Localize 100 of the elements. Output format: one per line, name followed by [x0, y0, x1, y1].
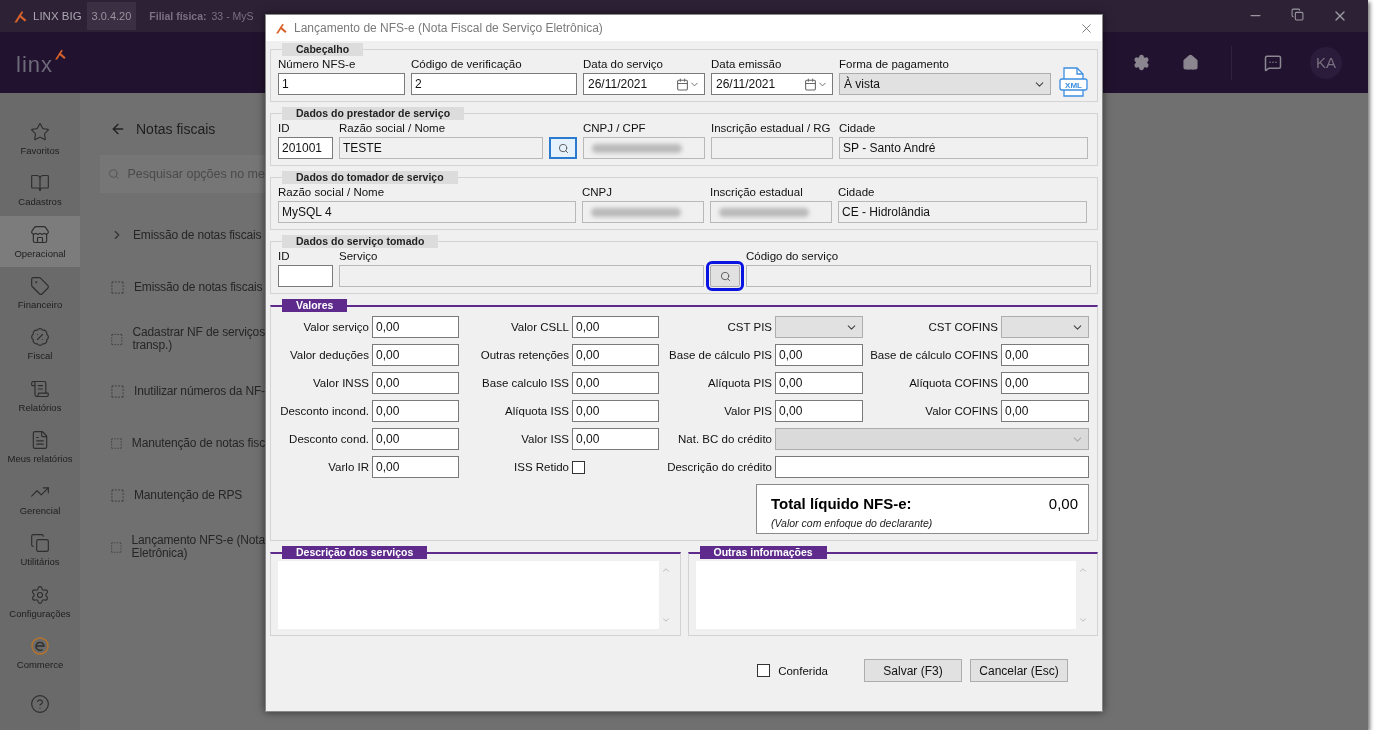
- field-label: Desconto cond.: [288, 433, 369, 445]
- field-label: Data emissão: [711, 57, 783, 72]
- checkbox[interactable]: [572, 460, 585, 474]
- text-field[interactable]: 0,00: [775, 372, 863, 394]
- text-field[interactable]: [775, 456, 1089, 478]
- option-icon: [110, 279, 125, 295]
- date-field[interactable]: 26/11/2021: [583, 73, 705, 95]
- group-title: Outras informações: [699, 546, 827, 559]
- help-icon: [30, 694, 50, 715]
- menu-icon: [30, 327, 50, 348]
- scroll-down-icon[interactable]: [1078, 615, 1088, 625]
- field-label: Valor CSLL: [510, 321, 569, 333]
- text-field[interactable]: [582, 201, 704, 223]
- text-field[interactable]: 0,00: [572, 400, 659, 422]
- date-field[interactable]: 26/11/2021: [711, 73, 833, 95]
- commerce-icon: [30, 635, 50, 656]
- search-button[interactable]: [549, 137, 577, 159]
- dialog-button[interactable]: Salvar (F3): [864, 659, 962, 682]
- option-icon: [110, 435, 123, 451]
- dropdown[interactable]: [1001, 316, 1089, 338]
- text-field[interactable]: [583, 137, 705, 159]
- total-value: 0,00: [1048, 495, 1078, 512]
- logo-mark-icon: [274, 21, 288, 35]
- text-field[interactable]: TESTE: [339, 137, 543, 159]
- menu-icon: [30, 584, 50, 605]
- field-label: Alíquota COFINS: [908, 377, 998, 389]
- total-note: (Valor com enfoque do declarante): [771, 517, 934, 529]
- text-field[interactable]: 0,00: [372, 428, 459, 450]
- settings-icon[interactable]: [1133, 54, 1150, 71]
- menu-icon: [30, 430, 50, 451]
- menu-icon: [30, 533, 50, 554]
- field-label: Razão social / Nome: [278, 185, 386, 200]
- text-field[interactable]: 0,00: [572, 372, 659, 394]
- text-field[interactable]: 0,00: [1001, 344, 1089, 366]
- text-field[interactable]: MySQL 4: [278, 201, 576, 223]
- field-label: Descrição do crédito: [666, 461, 772, 473]
- search-icon: [719, 270, 731, 282]
- field-label: Base de cálculo COFINS: [869, 349, 998, 361]
- field-label: ISS Retido: [513, 461, 569, 473]
- chat-icon[interactable]: [1264, 53, 1282, 72]
- text-field[interactable]: 0,00: [372, 372, 459, 394]
- text-field[interactable]: 0,00: [1001, 400, 1089, 422]
- version-label: 3.0.4.20: [86, 2, 137, 30]
- field-label: Alíquota PIS: [707, 377, 772, 389]
- text-field[interactable]: 0,00: [372, 456, 459, 478]
- dialog-title: Lançamento de NFS-e (Nota Fiscal de Serviço Eletrônica): [294, 21, 603, 35]
- option-icon: [110, 487, 125, 503]
- calendar-icon[interactable]: [676, 77, 689, 91]
- field-label: CST PIS: [726, 321, 772, 333]
- field-label: Código de verificação: [411, 57, 523, 72]
- text-field[interactable]: [710, 201, 832, 223]
- scroll-down-icon[interactable]: [660, 615, 671, 625]
- menu-icon: [30, 224, 50, 245]
- text-field[interactable]: [339, 265, 704, 287]
- scroll-up-icon[interactable]: [1078, 565, 1088, 575]
- field-label: Desconto incond.: [279, 405, 369, 417]
- text-field[interactable]: 0,00: [1001, 372, 1089, 394]
- menu-icon: [30, 378, 50, 399]
- group-title: Dados do tomador de serviço: [282, 171, 458, 184]
- text-field[interactable]: 201001: [278, 137, 333, 159]
- logo-mark-icon: [12, 8, 28, 24]
- text-field[interactable]: SP - Santo André: [839, 137, 1088, 159]
- home-icon[interactable]: [1182, 54, 1199, 71]
- field-label: Cidade: [838, 185, 876, 200]
- scroll-up-icon[interactable]: [660, 565, 671, 575]
- dialog-button[interactable]: Cancelar (Esc): [970, 659, 1068, 682]
- total-label: Total líquido NFS-e:: [771, 495, 913, 512]
- text-field[interactable]: 0,00: [775, 344, 863, 366]
- field-label: Base calculo ISS: [481, 377, 569, 389]
- calendar-icon[interactable]: [804, 77, 817, 91]
- text-field[interactable]: 0,00: [372, 316, 459, 338]
- group-title: Dados do prestador de serviço: [282, 107, 465, 120]
- text-field[interactable]: 0,00: [572, 316, 659, 338]
- dropdown[interactable]: [775, 316, 863, 338]
- field-label: Valor serviço: [302, 321, 369, 333]
- field-label: ID: [278, 121, 291, 136]
- text-field[interactable]: 0,00: [775, 400, 863, 422]
- back-arrow-icon[interactable]: [110, 121, 126, 137]
- field-label: Forma de pagamento: [839, 57, 950, 72]
- dropdown[interactable]: À vista: [839, 73, 1051, 95]
- field-label: Serviço: [339, 249, 379, 264]
- restore-icon[interactable]: [1291, 8, 1304, 21]
- sidebar-item[interactable]: Operacional: [0, 215, 80, 268]
- text-field[interactable]: [711, 137, 833, 159]
- field-label: Inscrição estadual / RG: [711, 121, 832, 136]
- text-field[interactable]: 1: [278, 73, 405, 95]
- text-field[interactable]: 2: [411, 73, 577, 95]
- field-label: Cidade: [839, 121, 877, 136]
- field-label: Alíquota ISS: [504, 405, 569, 417]
- checkbox[interactable]: [757, 664, 771, 677]
- text-field[interactable]: [278, 265, 333, 287]
- text-field[interactable]: 0,00: [572, 344, 659, 366]
- search-icon: [108, 166, 120, 182]
- text-field[interactable]: 0,00: [372, 400, 459, 422]
- text-field[interactable]: [746, 265, 1091, 287]
- text-field[interactable]: CE - Hidrolândia: [838, 201, 1087, 223]
- text-field[interactable]: 0,00: [572, 428, 659, 450]
- text-field[interactable]: 0,00: [372, 344, 459, 366]
- option-icon: [110, 539, 123, 555]
- logo-text: linx: [16, 52, 53, 78]
